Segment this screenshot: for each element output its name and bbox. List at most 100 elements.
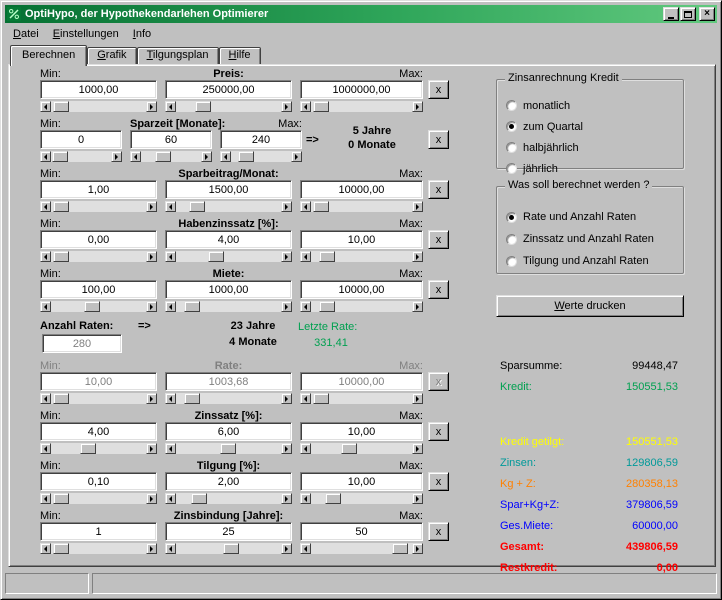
- scroll-left-button[interactable]: [165, 301, 176, 312]
- zinssatz-max-slider[interactable]: [300, 443, 423, 454]
- scroll-right-button[interactable]: [146, 543, 157, 554]
- scroll-track[interactable]: [141, 151, 201, 162]
- scroll-left-button[interactable]: [300, 393, 311, 404]
- radio-jaehrlich[interactable]: jährlich: [497, 158, 683, 179]
- scroll-right-button[interactable]: [281, 201, 292, 212]
- scroll-thumb[interactable]: [52, 151, 68, 162]
- scroll-left-button[interactable]: [300, 201, 311, 212]
- scroll-track[interactable]: [311, 543, 412, 554]
- scroll-thumb[interactable]: [53, 251, 69, 262]
- sparzeit-x-button[interactable]: x: [428, 130, 449, 149]
- scroll-right-button[interactable]: [412, 393, 423, 404]
- scroll-right-button[interactable]: [146, 393, 157, 404]
- scroll-right-button[interactable]: [281, 493, 292, 504]
- scroll-track[interactable]: [51, 493, 146, 504]
- scroll-left-button[interactable]: [220, 151, 231, 162]
- scroll-track[interactable]: [311, 201, 412, 212]
- scroll-left-button[interactable]: [165, 101, 176, 112]
- scroll-right-button[interactable]: [281, 251, 292, 262]
- scroll-right-button[interactable]: [146, 101, 157, 112]
- tilgung-max-slider[interactable]: [300, 493, 423, 504]
- scroll-thumb[interactable]: [208, 251, 224, 262]
- scroll-track[interactable]: [311, 443, 412, 454]
- radio-zum-quartal[interactable]: zum Quartal: [497, 116, 683, 137]
- scroll-left-button[interactable]: [40, 201, 51, 212]
- habenzinssatz-value-slider[interactable]: [165, 251, 292, 262]
- rate-value-field[interactable]: [165, 372, 292, 391]
- scroll-right-button[interactable]: [412, 301, 423, 312]
- preis-value-slider[interactable]: [165, 101, 292, 112]
- sparzeit-value-slider[interactable]: [130, 151, 212, 162]
- scroll-right-button[interactable]: [281, 543, 292, 554]
- scroll-left-button[interactable]: [165, 443, 176, 454]
- zinssatz-max-field[interactable]: [300, 422, 423, 441]
- scroll-thumb[interactable]: [325, 493, 341, 504]
- sparzeit-max-slider[interactable]: [220, 151, 302, 162]
- zinssatz-value-field[interactable]: [165, 422, 292, 441]
- miete-x-button[interactable]: x: [428, 280, 449, 299]
- zinsbindung-min-slider[interactable]: [40, 543, 157, 554]
- sparbeitrag-max-field[interactable]: [300, 180, 423, 199]
- print-values-button[interactable]: Werte drucken: [496, 295, 684, 317]
- scroll-right-button[interactable]: [146, 201, 157, 212]
- scroll-track[interactable]: [51, 201, 146, 212]
- sparbeitrag-min-field[interactable]: [40, 180, 157, 199]
- zinsbindung-value-field[interactable]: [165, 522, 292, 541]
- scroll-right-button[interactable]: [111, 151, 122, 162]
- scroll-thumb[interactable]: [155, 151, 171, 162]
- scroll-right-button[interactable]: [281, 101, 292, 112]
- tab-hilfe[interactable]: Hilfe: [219, 47, 261, 64]
- sparzeit-max-field[interactable]: [220, 130, 302, 149]
- scroll-right-button[interactable]: [412, 251, 423, 262]
- habenzinssatz-value-field[interactable]: [165, 230, 292, 249]
- rate-min-field[interactable]: [40, 372, 157, 391]
- scroll-thumb[interactable]: [392, 543, 408, 554]
- miete-value-slider[interactable]: [165, 301, 292, 312]
- scroll-left-button[interactable]: [40, 151, 51, 162]
- scroll-left-button[interactable]: [165, 393, 176, 404]
- scroll-track[interactable]: [51, 443, 146, 454]
- scroll-left-button[interactable]: [40, 301, 51, 312]
- scroll-thumb[interactable]: [53, 493, 69, 504]
- scroll-left-button[interactable]: [165, 201, 176, 212]
- sparbeitrag-value-slider[interactable]: [165, 201, 292, 212]
- anzahl-raten-field[interactable]: [42, 334, 122, 353]
- scroll-left-button[interactable]: [40, 493, 51, 504]
- scroll-track[interactable]: [51, 151, 111, 162]
- preis-min-field[interactable]: [40, 80, 157, 99]
- zinssatz-min-slider[interactable]: [40, 443, 157, 454]
- scroll-left-button[interactable]: [40, 393, 51, 404]
- preis-x-button[interactable]: x: [428, 80, 449, 99]
- minimize-button[interactable]: [663, 7, 679, 21]
- scroll-left-button[interactable]: [165, 493, 176, 504]
- zinsbindung-max-slider[interactable]: [300, 543, 423, 554]
- scroll-track[interactable]: [311, 101, 412, 112]
- scroll-right-button[interactable]: [291, 151, 302, 162]
- scroll-right-button[interactable]: [281, 393, 292, 404]
- tilgung-value-field[interactable]: [165, 472, 292, 491]
- scroll-right-button[interactable]: [281, 443, 292, 454]
- scroll-track[interactable]: [176, 101, 281, 112]
- preis-min-slider[interactable]: [40, 101, 157, 112]
- zinsbindung-max-field[interactable]: [300, 522, 423, 541]
- scroll-left-button[interactable]: [300, 251, 311, 262]
- scroll-thumb[interactable]: [313, 101, 329, 112]
- menu-item-datei[interactable]: Datei: [6, 26, 46, 42]
- rate-max-field[interactable]: [300, 372, 423, 391]
- scroll-track[interactable]: [51, 393, 146, 404]
- sparbeitrag-min-slider[interactable]: [40, 201, 157, 212]
- habenzinssatz-max-slider[interactable]: [300, 251, 423, 262]
- radio-rate-und-anzahl-raten[interactable]: Rate und Anzahl Raten: [497, 206, 683, 228]
- zinssatz-min-field[interactable]: [40, 422, 157, 441]
- rate-max-slider[interactable]: [300, 393, 423, 404]
- sparbeitrag-x-button[interactable]: x: [428, 180, 449, 199]
- sparzeit-value-field[interactable]: [130, 130, 212, 149]
- scroll-left-button[interactable]: [300, 101, 311, 112]
- tilgung-value-slider[interactable]: [165, 493, 292, 504]
- zinsbindung-min-field[interactable]: [40, 522, 157, 541]
- scroll-thumb[interactable]: [220, 443, 236, 454]
- scroll-thumb[interactable]: [238, 151, 254, 162]
- zinsbindung-x-button[interactable]: x: [428, 522, 449, 541]
- scroll-track[interactable]: [176, 201, 281, 212]
- scroll-left-button[interactable]: [165, 251, 176, 262]
